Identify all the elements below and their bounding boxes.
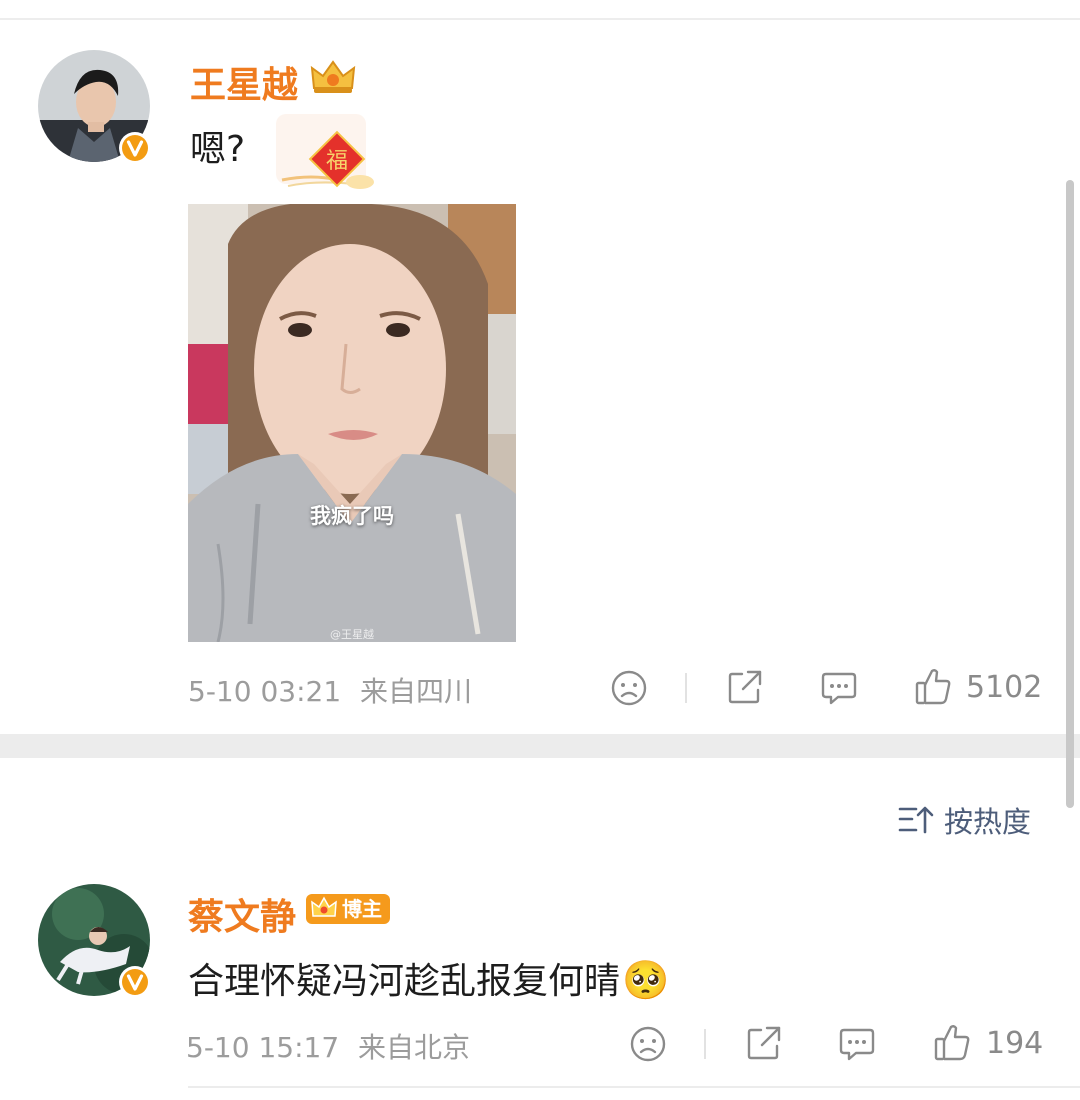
verified-v-icon: [119, 132, 151, 164]
blogger-badge-label: 博主: [342, 897, 382, 921]
sort-button[interactable]: 按热度: [898, 800, 1031, 840]
post-image[interactable]: 我疯了吗 @王星越: [188, 204, 516, 642]
share-icon[interactable]: [745, 1024, 783, 1062]
crown-icon: [310, 60, 356, 93]
post-author-name[interactable]: 王星越: [190, 56, 298, 108]
comment-icon[interactable]: [838, 1026, 876, 1062]
sort-label: 按热度: [944, 805, 1032, 839]
comment-meta: 5-10 15:17 来自北京: [186, 1026, 470, 1066]
action-separator: [704, 1029, 706, 1059]
post-like-count: 5102: [966, 670, 1043, 705]
top-divider: [0, 18, 1080, 20]
post-location: 来自四川: [360, 675, 473, 708]
verified-v-icon: [119, 966, 151, 998]
svg-text:福: 福: [326, 149, 348, 174]
action-separator: [685, 673, 687, 703]
sort-icon: [898, 806, 934, 834]
thumbs-up-icon[interactable]: [914, 666, 952, 706]
crown-icon: [311, 896, 337, 917]
thumbs-up-icon[interactable]: [933, 1022, 971, 1062]
comment-like-count: 194: [986, 1026, 1044, 1061]
image-caption: 我疯了吗: [310, 504, 394, 528]
comment-text: 合理怀疑冯河趁乱报复何晴🥺: [188, 952, 669, 1004]
comment-icon[interactable]: [820, 670, 858, 706]
scrollbar-thumb[interactable]: [1066, 180, 1074, 808]
fu-blessing-icon: 福: [276, 114, 374, 189]
sad-face-icon[interactable]: [629, 1025, 667, 1063]
post-text: 嗯?: [190, 129, 246, 170]
comment-timestamp: 5-10 15:17: [186, 1031, 340, 1064]
post-meta: 5-10 03:21 来自四川: [188, 670, 472, 710]
blogger-badge: 博主: [306, 894, 390, 924]
pleading-face-emoji: 🥺: [622, 958, 670, 1002]
scrollbar[interactable]: [1064, 0, 1080, 1100]
share-icon[interactable]: [726, 668, 764, 706]
section-divider: [0, 734, 1080, 758]
image-watermark: @王星越: [330, 628, 374, 641]
commenter-name[interactable]: 蔡文静: [188, 888, 296, 940]
bottom-divider: [188, 1086, 1080, 1088]
sad-face-icon[interactable]: [610, 669, 648, 707]
comment-body: 合理怀疑冯河趁乱报复何晴: [188, 961, 621, 1002]
comment-location: 来自北京: [358, 1031, 471, 1064]
post-timestamp: 5-10 03:21: [188, 675, 342, 708]
weibo-post-page: 王星越 嗯? 福 我疯了吗 @王星越 5-10 03:21 来自四川 5102 …: [0, 0, 1080, 1100]
